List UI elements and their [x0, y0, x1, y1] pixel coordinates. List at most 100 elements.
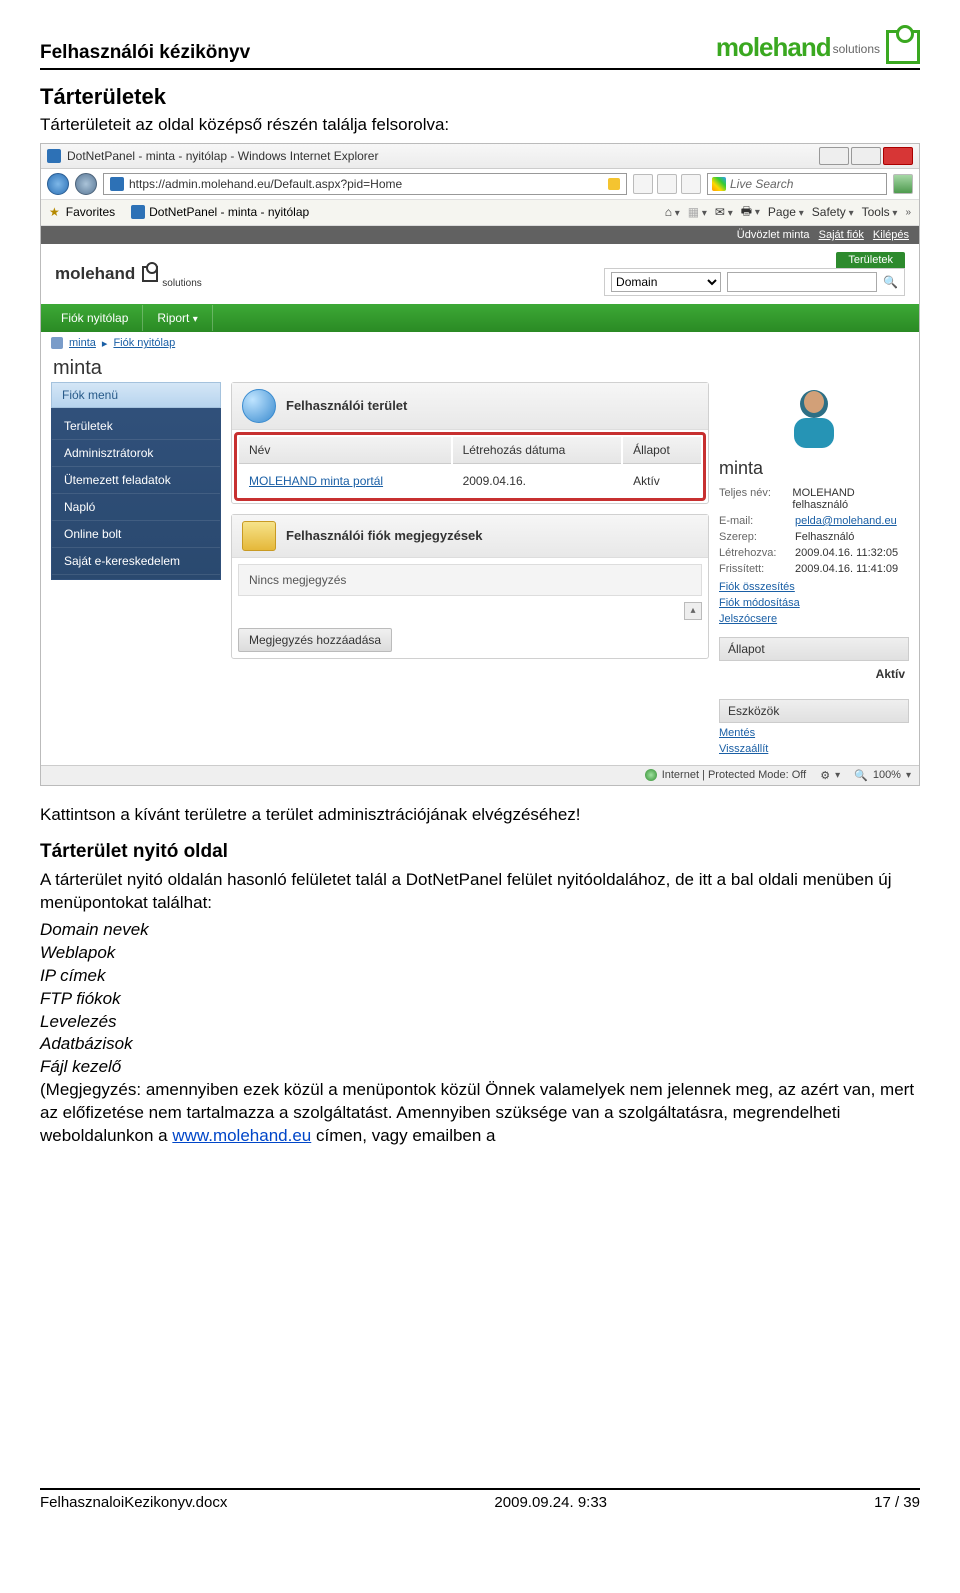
- col-created[interactable]: Létrehozás dátuma: [453, 437, 622, 464]
- safety-menu[interactable]: Safety ▾: [812, 205, 854, 219]
- crumb-user[interactable]: minta: [69, 337, 96, 349]
- menu-item-7: Fájl kezelő: [40, 1056, 920, 1079]
- sidebar-item-ecommerce[interactable]: Saját e-kereskedelem: [52, 548, 220, 575]
- sidebar-item-areas[interactable]: Területek: [52, 413, 220, 440]
- panel-logo-word2: solutions: [162, 278, 201, 289]
- globe-icon: [242, 389, 276, 423]
- menu-item-2: Weblapok: [40, 942, 920, 965]
- menu-item-5: Levelezés: [40, 1011, 920, 1034]
- menu-item-3: IP címek: [40, 965, 920, 988]
- right-pane: minta Teljes név:MOLEHAND felhasználó E-…: [719, 382, 909, 755]
- tab-report[interactable]: Riport ▾: [143, 305, 212, 331]
- no-notes-text: Nincs megjegyzés: [238, 564, 702, 596]
- col-name[interactable]: Név: [239, 437, 451, 464]
- card-notes-title: Felhasználói fiók megjegyzések: [286, 528, 483, 543]
- subheading: Tárterület nyitó oldal: [40, 841, 920, 863]
- domain-search-input[interactable]: [727, 272, 877, 292]
- rk-created: Létrehozva:: [719, 547, 789, 559]
- page-footer: FelhasznaloiKezikonyv.docx 2009.09.24. 9…: [40, 1488, 920, 1511]
- panel-logo: molehand solutions: [55, 264, 202, 284]
- add-note-button[interactable]: Megjegyzés hozzáadása: [238, 628, 392, 652]
- molehand-link[interactable]: www.molehand.eu: [172, 1126, 311, 1145]
- sidebar-header: Fiók menü: [51, 382, 221, 408]
- ie-navbar: Live Search: [41, 169, 919, 200]
- protected-mode-icon[interactable]: ⚙: [820, 769, 830, 782]
- maximize-button[interactable]: [851, 147, 881, 165]
- link-backup[interactable]: Mentés: [719, 727, 909, 739]
- address-bar[interactable]: [103, 173, 627, 195]
- favorites-label[interactable]: Favorites: [66, 205, 115, 219]
- forward-button[interactable]: [75, 173, 97, 195]
- link-account-edit[interactable]: Fiók módosítása: [719, 597, 909, 609]
- tab-label[interactable]: DotNetPanel - minta - nyitólap: [149, 205, 309, 219]
- area-status: Aktív: [623, 466, 701, 496]
- search-go-icon[interactable]: 🔍: [883, 275, 898, 289]
- favorites-star-icon[interactable]: ★: [49, 205, 60, 219]
- home-icon[interactable]: ⌂ ▾: [665, 205, 680, 219]
- rv-email[interactable]: pelda@molehand.eu: [795, 515, 897, 527]
- feeds-icon[interactable]: ▦ ▾: [688, 205, 707, 219]
- logout-link[interactable]: Kilépés: [873, 229, 909, 241]
- link-restore[interactable]: Visszaállít: [719, 743, 909, 755]
- own-account-link[interactable]: Saját fiók: [819, 229, 864, 241]
- more-chevron-icon[interactable]: »: [905, 207, 911, 218]
- stop-button[interactable]: [681, 174, 701, 194]
- search-box[interactable]: Live Search: [707, 173, 887, 195]
- zoom-icon[interactable]: 🔍: [854, 769, 868, 782]
- tab-favicon: [131, 205, 145, 219]
- account-name: minta: [41, 355, 919, 382]
- ie-titlebar: DotNetPanel - minta - nyitólap - Windows…: [41, 144, 919, 169]
- card-user-area-title: Felhasználói terület: [286, 398, 407, 413]
- footer-timestamp: 2009.09.24. 9:33: [494, 1494, 607, 1511]
- panel-logo-icon: [142, 266, 158, 282]
- sidebar-item-scheduled[interactable]: Ütemezett feladatok: [52, 467, 220, 494]
- close-button[interactable]: [883, 147, 913, 165]
- rv-updated: 2009.04.16. 11:41:09: [795, 563, 898, 575]
- collapse-icon[interactable]: ▴: [684, 602, 702, 620]
- ie-statusbar: Internet | Protected Mode: Off ⚙ ▾ 🔍 100…: [41, 765, 919, 785]
- footer-filename: FelhasznaloiKezikonyv.docx: [40, 1494, 227, 1511]
- domain-select[interactable]: Domain: [611, 272, 721, 292]
- right-account-name: minta: [719, 458, 909, 479]
- url-input[interactable]: [129, 177, 603, 191]
- page-menu[interactable]: Page ▾: [768, 205, 804, 219]
- zoom-value: 100%: [873, 769, 901, 781]
- compat-button[interactable]: [633, 174, 653, 194]
- ie-favicon: [47, 149, 61, 163]
- tools-menu[interactable]: Tools ▾: [862, 205, 898, 219]
- sidebar-item-admins[interactable]: Adminisztrátorok: [52, 440, 220, 467]
- minimize-button[interactable]: [819, 147, 849, 165]
- welcome-bar: Üdvözlet minta Saját fiók Kilépés: [41, 226, 919, 244]
- link-password-change[interactable]: Jelszócsere: [719, 613, 909, 625]
- area-created: 2009.04.16.: [453, 466, 622, 496]
- instruction-text: Kattintson a kívánt területre a terület …: [40, 804, 920, 827]
- tab-account-home[interactable]: Fiók nyitólap: [47, 305, 143, 331]
- link-account-summary[interactable]: Fiók összesítés: [719, 581, 909, 593]
- menu-item-4: FTP fiókok: [40, 988, 920, 1011]
- crumb-sep: ▸: [102, 337, 108, 350]
- back-button[interactable]: [47, 173, 69, 195]
- search-go-button[interactable]: [893, 174, 913, 194]
- highlighted-row-box: Név Létrehozás dátuma Állapot MOLEHAND m…: [234, 432, 706, 501]
- col-status[interactable]: Állapot: [623, 437, 701, 464]
- welcome-text: Üdvözlet minta: [737, 229, 810, 241]
- footer-pageno: 17 / 39: [874, 1494, 920, 1511]
- print-icon[interactable]: 🖶 ▾: [741, 202, 760, 223]
- rv-fullname: MOLEHAND felhasználó: [792, 487, 909, 511]
- user-icon: [51, 337, 63, 349]
- logo: molehand solutions: [716, 30, 920, 64]
- refresh-button[interactable]: [657, 174, 677, 194]
- para-2: A tárterület nyitó oldalán hasonló felül…: [40, 869, 920, 915]
- search-provider-icon: [712, 177, 726, 191]
- sidebar-item-shop[interactable]: Online bolt: [52, 521, 220, 548]
- sidebar-item-log[interactable]: Napló: [52, 494, 220, 521]
- screenshot-ie-window: DotNetPanel - minta - nyitólap - Windows…: [40, 143, 920, 786]
- ie-icon: [110, 177, 124, 191]
- logo-word2: solutions: [833, 42, 880, 56]
- area-link[interactable]: MOLEHAND minta portál: [249, 474, 383, 488]
- mail-icon[interactable]: ✉ ▾: [715, 205, 733, 219]
- para-3: (Megjegyzés: amennyiben ezek közül a men…: [40, 1079, 920, 1148]
- page-content: Üdvözlet minta Saját fiók Kilépés moleha…: [41, 226, 919, 765]
- crumb-page[interactable]: Fiók nyitólap: [113, 337, 175, 349]
- internet-zone-icon: [645, 769, 657, 781]
